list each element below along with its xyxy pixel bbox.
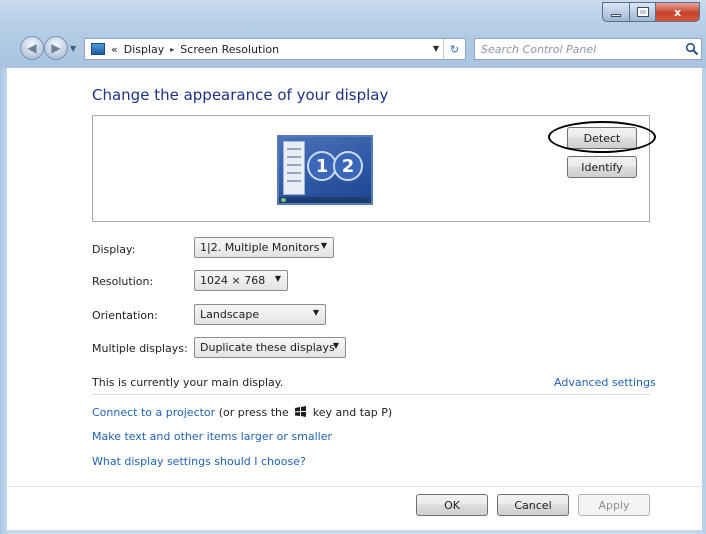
minimize-icon: [611, 13, 621, 17]
multiple-displays-select-value: Duplicate these displays: [200, 341, 335, 354]
monitor-start-graphic: [281, 198, 286, 202]
projector-hint-after: key and tap P): [312, 406, 393, 419]
back-button[interactable]: ◀: [20, 36, 44, 60]
resolution-select[interactable]: 1024 × 768 ▼: [194, 270, 288, 291]
search-input[interactable]: Search Control Panel: [474, 38, 702, 60]
chevron-down-icon: ▼: [274, 274, 281, 283]
back-arrow-icon: ◀: [27, 41, 37, 55]
ok-button[interactable]: OK: [416, 494, 488, 516]
maximize-icon: [636, 7, 649, 17]
footer-divider: [7, 486, 702, 487]
multiple-displays-select[interactable]: Duplicate these displays ▼: [194, 337, 346, 358]
close-icon: x: [673, 5, 682, 19]
detect-highlight-annotation: [548, 121, 656, 153]
search-icon: [685, 42, 699, 56]
display-label: Display:: [92, 243, 136, 256]
display-settings-help-link[interactable]: What display settings should I choose?: [92, 455, 306, 468]
breadcrumb-screen-resolution[interactable]: Screen Resolution: [180, 43, 279, 56]
monitor-icon[interactable]: 1 2: [277, 135, 373, 205]
main-display-text: This is currently your main display.: [92, 376, 284, 389]
refresh-icon: ↻: [449, 42, 460, 56]
breadcrumb-overflow[interactable]: «: [111, 43, 118, 56]
control-panel-window: x ◀ ▶ ▼ « Display ▸ Screen Resolution ▼ …: [0, 0, 706, 534]
address-dropdown-icon[interactable]: ▼: [433, 44, 439, 53]
cancel-button[interactable]: Cancel: [497, 494, 569, 516]
forward-button[interactable]: ▶: [44, 36, 68, 60]
resolution-select-value: 1024 × 768: [200, 274, 266, 287]
advanced-settings-link[interactable]: Advanced settings: [554, 376, 656, 389]
multiple-displays-label: Multiple displays:: [92, 342, 188, 355]
address-bar[interactable]: « Display ▸ Screen Resolution ▼ ↻: [84, 38, 466, 60]
recent-pages-dropdown-icon[interactable]: ▼: [70, 44, 76, 53]
divider: [92, 394, 650, 395]
caption-buttons: x: [602, 2, 700, 22]
window-border-right: [702, 68, 706, 534]
monitor-taskbar-graphic: [279, 197, 371, 203]
windows-logo-icon: [295, 406, 307, 417]
breadcrumb-separator-icon[interactable]: ▸: [170, 45, 174, 54]
display-select[interactable]: 1|2. Multiple Monitors ▼: [194, 237, 334, 258]
monitor-window-graphic: [283, 141, 305, 195]
control-panel-icon: [91, 43, 105, 55]
refresh-button[interactable]: ↻: [443, 39, 465, 59]
minimize-button[interactable]: [602, 2, 630, 22]
chevron-down-icon: ▼: [320, 241, 327, 250]
search-placeholder: Search Control Panel: [481, 42, 597, 56]
forward-arrow-icon: ▶: [51, 41, 61, 55]
orientation-select[interactable]: Landscape ▼: [194, 304, 326, 325]
window-border-bottom: [7, 530, 702, 534]
orientation-select-value: Landscape: [200, 308, 260, 321]
projector-line: Connect to a projector (or press the key…: [92, 406, 392, 419]
projector-hint-before: (or press the: [218, 406, 289, 419]
connect-projector-link[interactable]: Connect to a projector: [92, 406, 215, 419]
orientation-label: Orientation:: [92, 309, 158, 322]
chevron-down-icon: ▼: [312, 308, 319, 317]
maximize-button[interactable]: [630, 2, 656, 22]
breadcrumb-display[interactable]: Display: [124, 43, 165, 56]
monitor-number-2: 2: [333, 151, 363, 181]
resolution-label: Resolution:: [92, 275, 154, 288]
close-button[interactable]: x: [656, 2, 700, 22]
page-title: Change the appearance of your display: [92, 86, 389, 104]
display-select-value: 1|2. Multiple Monitors: [200, 241, 320, 254]
text-size-link[interactable]: Make text and other items larger or smal…: [92, 430, 332, 443]
apply-button[interactable]: Apply: [578, 494, 650, 516]
chevron-down-icon: ▼: [332, 341, 339, 350]
window-border-left: [0, 68, 7, 534]
identify-button[interactable]: Identify: [567, 156, 637, 178]
